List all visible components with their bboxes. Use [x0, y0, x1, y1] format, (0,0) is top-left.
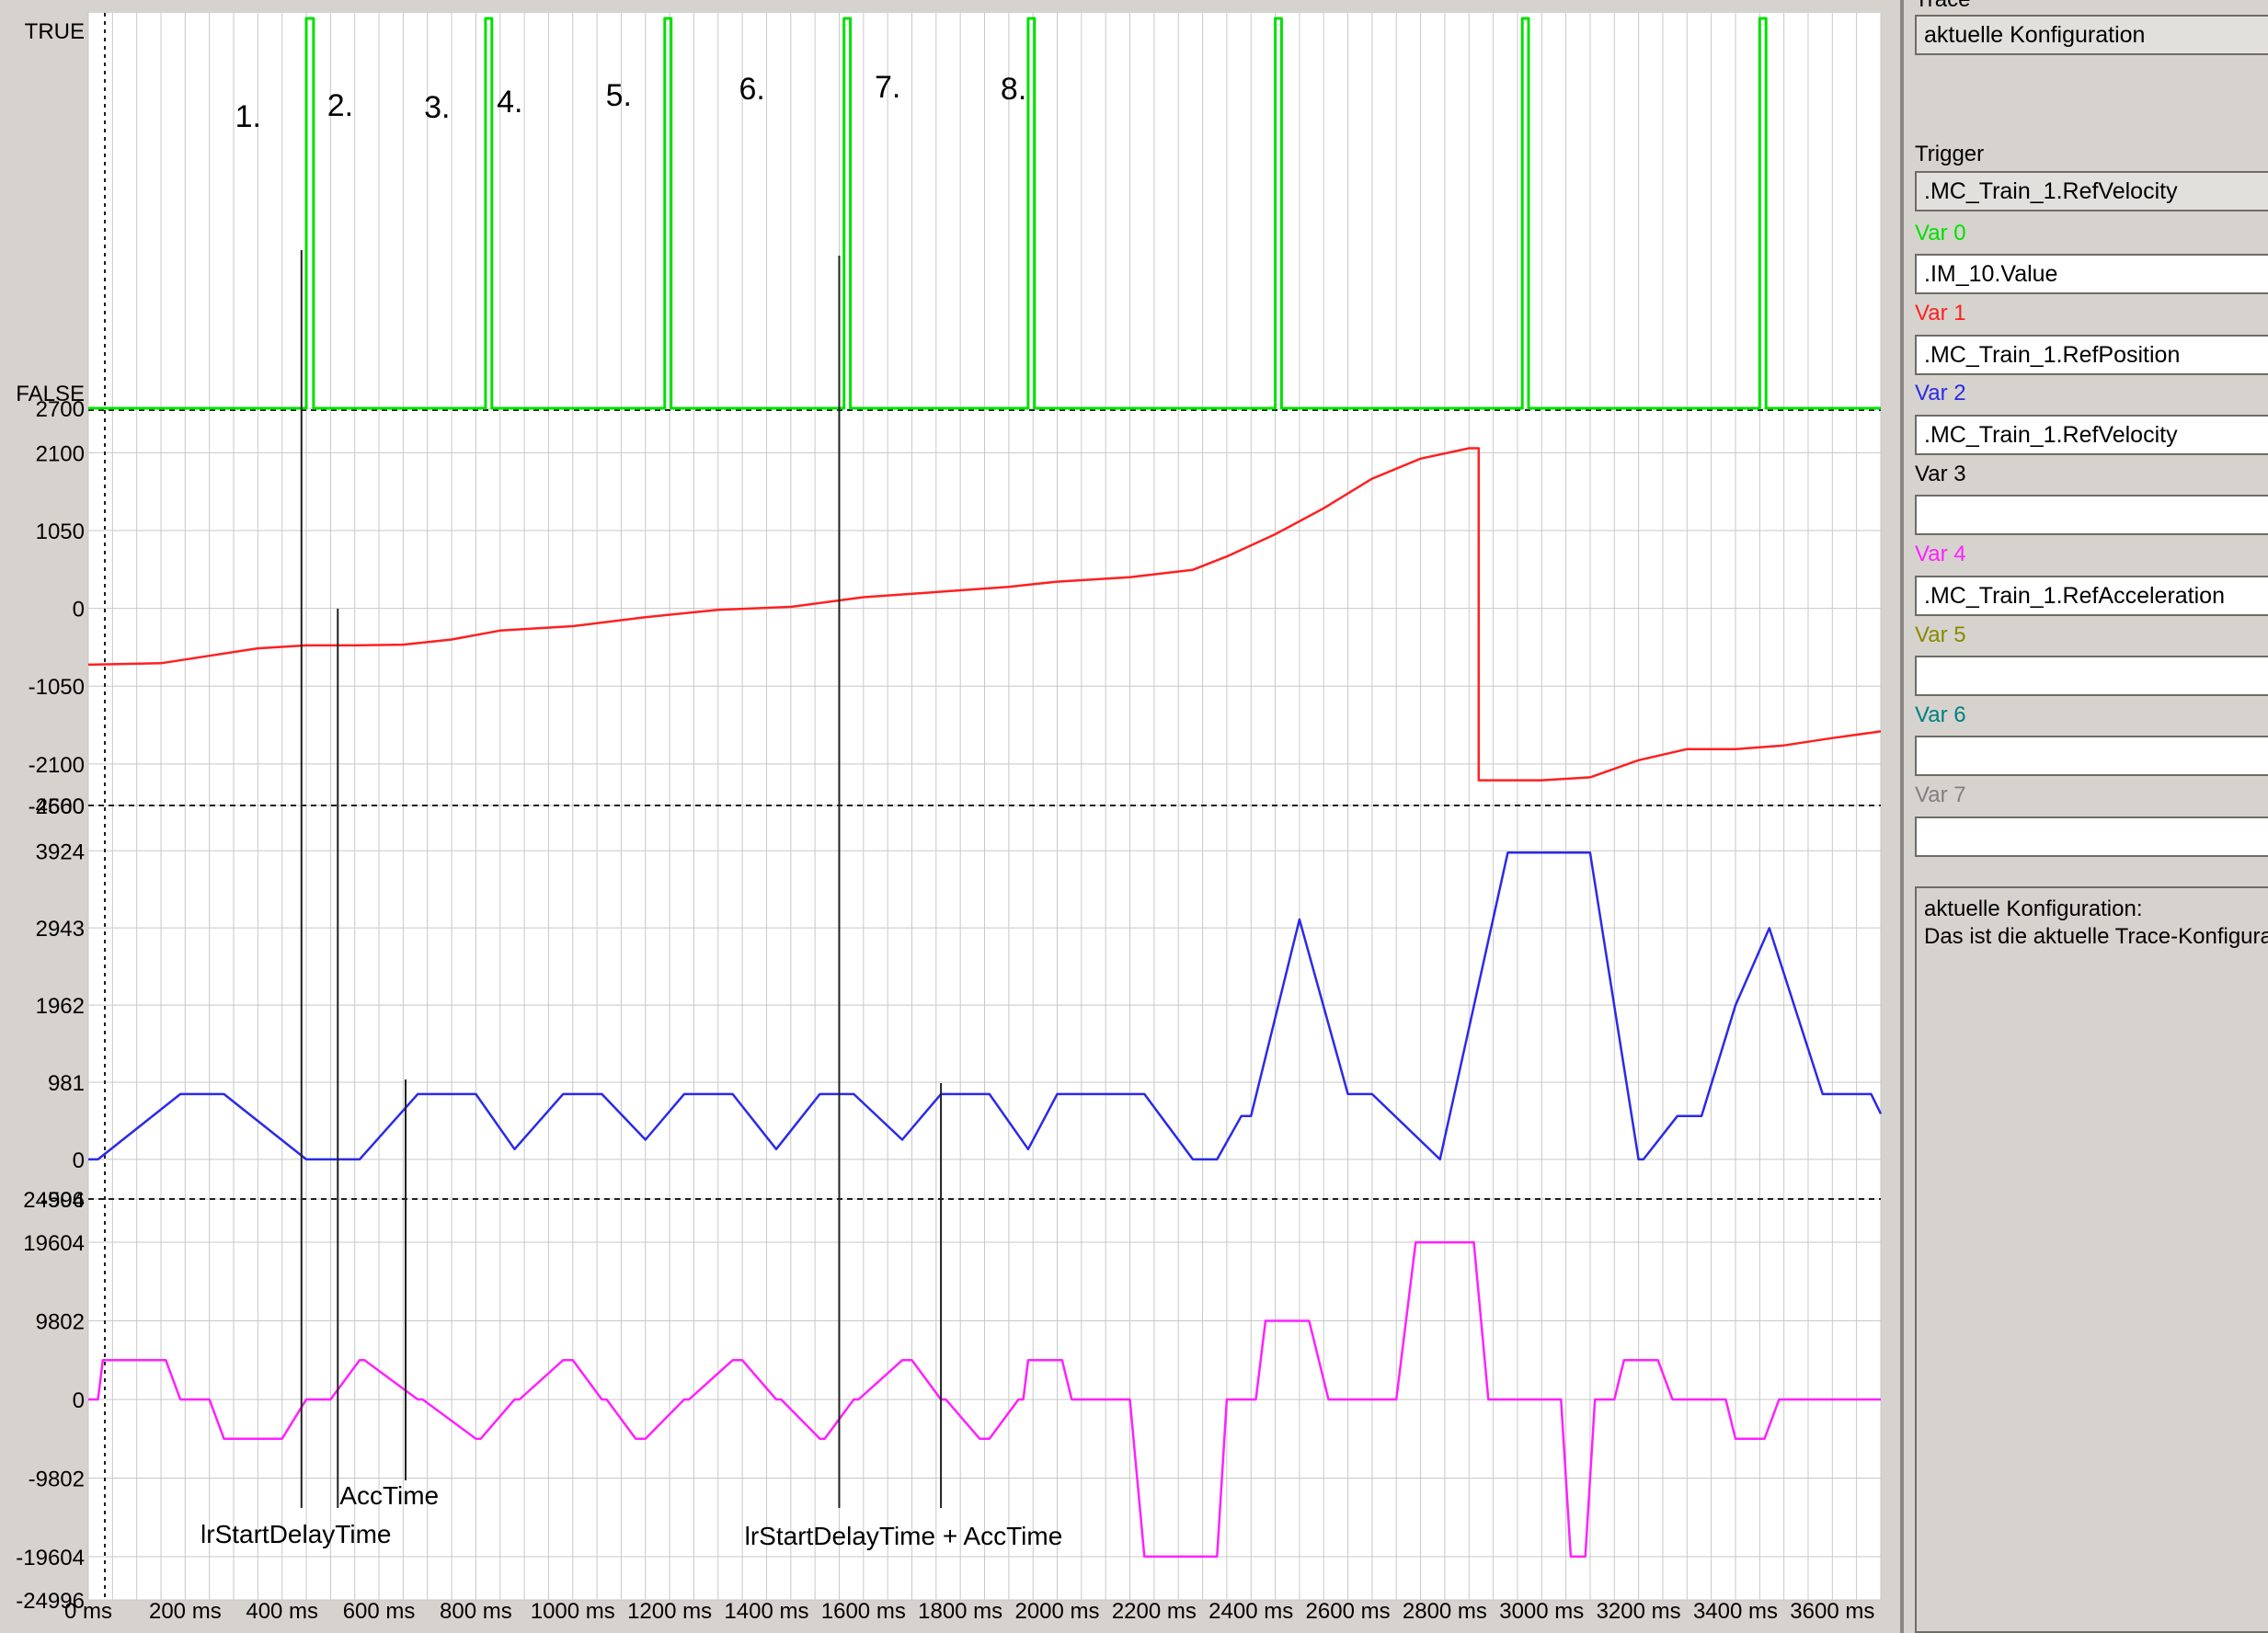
event-marker-label: 6.: [739, 72, 764, 107]
time-axis-label: 0 ms: [64, 1599, 112, 1624]
y-tick-label: 24996: [23, 1188, 85, 1213]
time-axis-label: 1400 ms: [724, 1599, 808, 1624]
trigger-field[interactable]: .MC_Train_1.RefVelocity: [1915, 171, 2268, 211]
y-tick-label: 3924: [36, 839, 85, 864]
time-axis-label: 1200 ms: [627, 1599, 712, 1624]
trigger-label: Trigger: [1915, 142, 1985, 166]
time-axis-label: 600 ms: [343, 1599, 416, 1624]
y-tick-label: 0: [73, 1388, 85, 1413]
description-title: aktuelle Konfiguration:: [1924, 896, 2143, 921]
y-tick-label: 19604: [23, 1231, 85, 1256]
time-axis-label: 3200 ms: [1597, 1599, 1681, 1624]
time-axis-label: 1800 ms: [918, 1599, 1002, 1624]
var3-label: Var 3: [1915, 462, 1966, 486]
annotation-acc-time: AccTime: [339, 1481, 439, 1510]
y-tick-label: 2943: [36, 917, 85, 942]
y-tick-label-true: TRUE: [25, 19, 85, 44]
var5-label: Var 5: [1915, 622, 1966, 647]
var0-field[interactable]: .IM_10.Value: [1915, 254, 2268, 294]
y-tick-label: -19604: [16, 1546, 85, 1570]
event-marker-label: 4.: [497, 85, 522, 120]
event-marker-label: 7.: [875, 70, 900, 105]
y-tick-label: -1050: [29, 675, 85, 700]
var4-field[interactable]: .MC_Train_1.RefAcceleration: [1915, 576, 2268, 616]
time-axis-label: 400 ms: [246, 1599, 318, 1624]
event-marker-label: 3.: [424, 90, 450, 125]
var6-label: Var 6: [1915, 702, 1966, 727]
time-axis-label: 2000 ms: [1014, 1599, 1099, 1624]
time-axis-label: 2600 ms: [1306, 1599, 1391, 1624]
annotation-start-delay: lrStartDelayTime: [200, 1520, 391, 1548]
time-axis-label: 200 ms: [149, 1599, 222, 1624]
time-axis-label: 1600 ms: [821, 1599, 906, 1624]
var1-field[interactable]: .MC_Train_1.RefPosition: [1915, 335, 2268, 375]
trace-window: 2700 2100 1050 0 -1050 -2100 -2660 4500 3924 2943…: [0, 0, 2268, 1633]
panel-splitter[interactable]: [1887, 0, 1900, 1633]
var1-label: Var 1: [1915, 301, 1966, 325]
var6-field[interactable]: [1915, 736, 2268, 776]
event-marker-label: 1.: [235, 99, 261, 134]
y-tick-label: 0: [73, 1148, 85, 1173]
y-tick-label: 0: [73, 598, 85, 622]
description-text: Das ist die aktuelle Trace-Konfiguration: [1924, 924, 2268, 949]
y-tick-label: 9802: [36, 1310, 85, 1335]
event-marker-label: 5.: [606, 78, 632, 113]
y-tick-label: 1962: [36, 994, 85, 1019]
trace-label: Trace: [1915, 0, 1970, 13]
time-axis-label: 2400 ms: [1208, 1599, 1293, 1624]
time-axis-label: 2200 ms: [1112, 1599, 1197, 1624]
y-tick-label-false: FALSE: [16, 382, 85, 406]
var4-label: Var 4: [1915, 542, 1966, 566]
trace-plot[interactable]: 2700210010500-1050-2100-2660450039242943…: [0, 0, 1887, 1633]
time-axis-label: 1000 ms: [531, 1599, 615, 1624]
event-marker-label: 8.: [1001, 72, 1026, 107]
time-axis-label: 3400 ms: [1693, 1599, 1778, 1624]
y-tick-label: 1050: [36, 520, 85, 544]
time-axis-label: 2800 ms: [1403, 1599, 1487, 1624]
trace-config-panel: Trace aktuelle Konfiguration Trigger .MC…: [1900, 0, 2268, 1633]
var0-label: Var 0: [1915, 221, 1966, 246]
trace-select[interactable]: aktuelle Konfiguration: [1915, 15, 2268, 55]
time-axis-label: 3000 ms: [1499, 1599, 1584, 1624]
annotation-start-delay-plus-acc: lrStartDelayTime + AccTime: [745, 1522, 1063, 1550]
event-marker-label: 2.: [327, 88, 353, 123]
y-tick-label: 4500: [36, 794, 85, 819]
var7-label: Var 7: [1915, 782, 1966, 807]
var2-field[interactable]: .MC_Train_1.RefVelocity: [1915, 415, 2268, 455]
y-tick-label: 2100: [36, 441, 85, 466]
description-box: aktuelle Konfiguration: Das ist die aktu…: [1915, 886, 2268, 1633]
time-axis-label: 800 ms: [440, 1599, 512, 1624]
var7-field[interactable]: [1915, 816, 2268, 857]
y-tick-label: 981: [48, 1071, 85, 1096]
time-axis-label: 3600 ms: [1790, 1599, 1874, 1624]
var5-field[interactable]: [1915, 656, 2268, 696]
y-tick-label: -9802: [29, 1467, 85, 1491]
var2-label: Var 2: [1915, 381, 1966, 405]
y-tick-label: -2100: [29, 753, 85, 778]
var3-field[interactable]: [1915, 495, 2268, 535]
